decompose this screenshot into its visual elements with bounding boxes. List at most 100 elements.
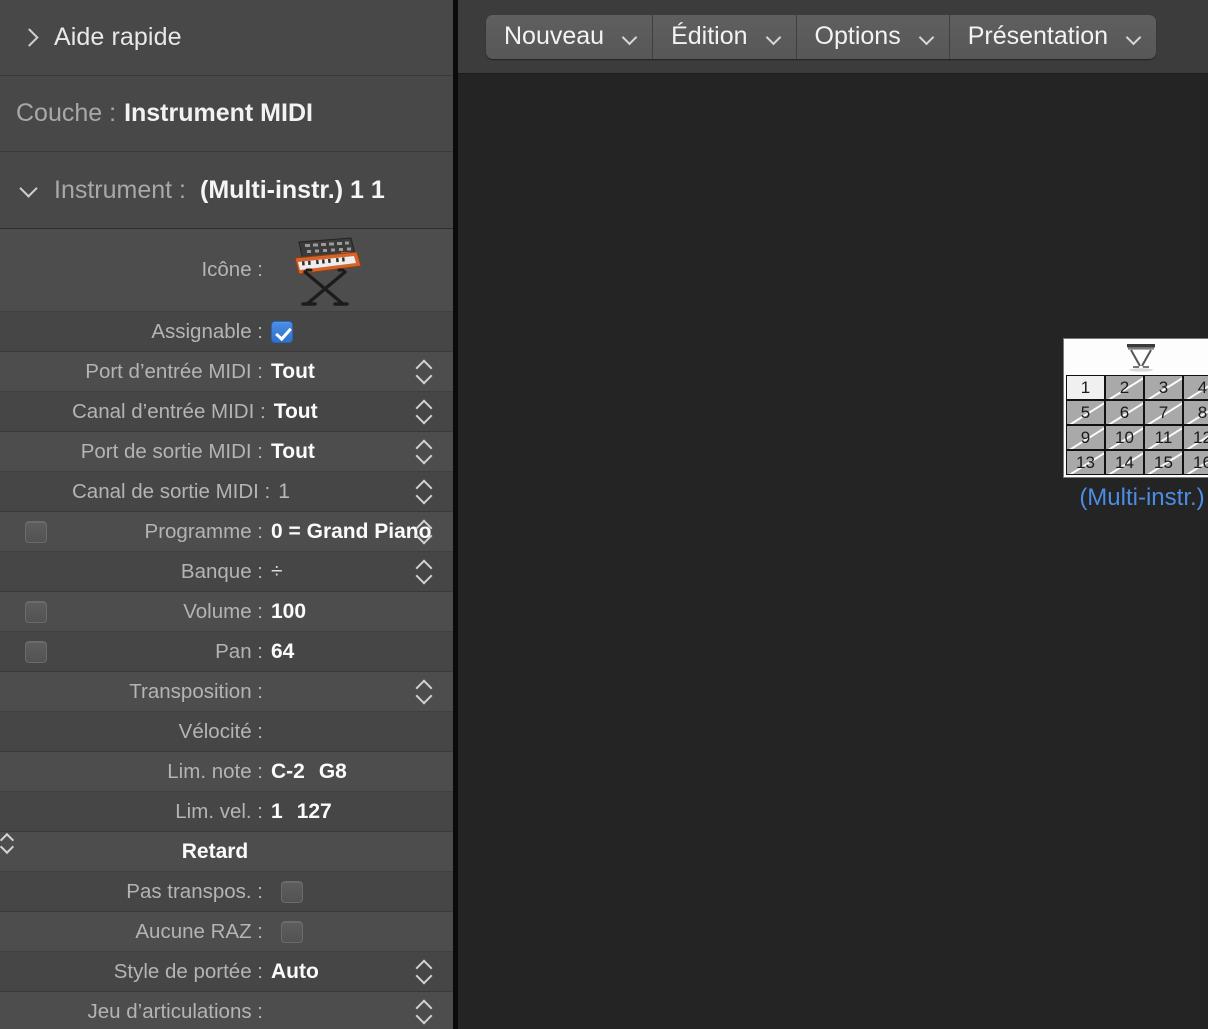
- synthesizer-keyboard-icon[interactable]: [281, 232, 365, 308]
- param-value-text: Tout: [273, 399, 318, 423]
- checkbox-assignable[interactable]: [271, 320, 293, 343]
- checkbox-volume[interactable]: [25, 600, 47, 623]
- param-row-icone[interactable]: Icône :: [0, 229, 453, 312]
- param-row-style-de-portee[interactable]: Style de portée : Auto: [0, 952, 453, 992]
- multi-instrument-cell-number: 2: [1119, 377, 1130, 397]
- multi-instrument-cell[interactable]: 9: [1066, 425, 1105, 450]
- stepper-icon[interactable]: [415, 559, 433, 585]
- layer-value: Instrument MIDI: [124, 99, 313, 127]
- param-row-pas-transpos[interactable]: Pas transpos. :: [0, 872, 453, 912]
- menu-button-dition[interactable]: Édition: [653, 14, 797, 59]
- param-row-velocite[interactable]: Vélocité :: [0, 712, 453, 752]
- keyboard-stand-icon: [1127, 344, 1155, 372]
- stepper-icon[interactable]: [415, 959, 433, 985]
- multi-instrument-cell[interactable]: 8: [1183, 400, 1208, 425]
- param-row-assignable[interactable]: Assignable :: [0, 312, 453, 352]
- stepper-icon[interactable]: [415, 999, 433, 1025]
- multi-instrument-cell[interactable]: 4: [1183, 375, 1208, 400]
- instrument-header-row[interactable]: Instrument : (Multi-instr.) 1 1: [0, 152, 453, 229]
- param-value-icone[interactable]: [271, 232, 453, 308]
- chevron-down-icon[interactable]: [766, 32, 780, 41]
- param-row-transposition[interactable]: Transposition :: [0, 672, 453, 712]
- param-label-pas-transpos: Pas transpos. :: [126, 879, 263, 903]
- param-value-part: 1: [271, 799, 283, 823]
- multi-instrument-cell[interactable]: 14: [1105, 450, 1144, 475]
- param-value-text: Tout: [271, 359, 315, 383]
- param-label-icone: Icône :: [201, 258, 263, 281]
- param-row-jeu-articulations[interactable]: Jeu d’articulations :: [0, 992, 453, 1029]
- param-row-aucune-raz[interactable]: Aucune RAZ :: [0, 912, 453, 952]
- param-row-volume[interactable]: Volume : 100: [0, 592, 453, 632]
- multi-instrument-cell-number: 15: [1154, 452, 1173, 472]
- menu-button-label: Présentation: [967, 22, 1109, 50]
- param-value-assignable[interactable]: [271, 320, 453, 343]
- multi-instrument-cell[interactable]: 5: [1066, 400, 1105, 425]
- multi-instrument-object[interactable]: 12345678910111213141516: [1063, 338, 1208, 478]
- menu-button-prsentation[interactable]: Présentation: [949, 14, 1157, 59]
- chevron-right-icon[interactable]: [16, 25, 42, 51]
- quick-help-title: Aide rapide: [54, 23, 182, 51]
- param-value-part: 127: [296, 799, 332, 823]
- multi-instrument-cell-number: 3: [1158, 377, 1169, 397]
- checkbox-pan[interactable]: [25, 640, 47, 663]
- param-row-canal-entree-midi[interactable]: Canal d’entrée MIDI : Tout: [0, 392, 453, 432]
- environment-canvas[interactable]: Nouveau Édition Options Présentation 123456…: [458, 0, 1208, 1029]
- multi-instrument-cell-number: 13: [1076, 452, 1095, 472]
- checkbox-pas-transpos[interactable]: [281, 880, 303, 903]
- stepper-icon[interactable]: [415, 359, 433, 385]
- param-value-part: G8: [318, 759, 347, 783]
- param-value-lim-vel[interactable]: 1 127: [271, 800, 453, 824]
- multi-instrument-cell[interactable]: 12: [1183, 425, 1208, 450]
- param-row-canal-sortie-midi[interactable]: Canal de sortie MIDI : 1: [0, 472, 453, 512]
- param-value-text: 0 = Grand Piano: [271, 519, 432, 543]
- layer-row[interactable]: Couche : Instrument MIDI: [0, 76, 453, 152]
- stepper-icon[interactable]: [256, 841, 271, 863]
- param-label-canal-sortie-midi: Canal de sortie MIDI :: [72, 479, 271, 503]
- param-row-port-sortie-midi[interactable]: Port de sortie MIDI : Tout: [0, 432, 453, 472]
- param-row-pan[interactable]: Pan : 64: [0, 632, 453, 672]
- chevron-down-icon[interactable]: [622, 32, 636, 41]
- param-value-part: C-2: [271, 759, 305, 783]
- multi-instrument-cell[interactable]: 10: [1105, 425, 1144, 450]
- multi-instrument-cell[interactable]: 3: [1144, 375, 1183, 400]
- menu-button-nouveau[interactable]: Nouveau: [486, 14, 654, 59]
- menu-button-options[interactable]: Options: [796, 14, 950, 59]
- param-row-lim-note[interactable]: Lim. note : C-2 G8: [0, 752, 453, 792]
- param-row-port-entree-midi[interactable]: Port d’entrée MIDI : Tout: [0, 352, 453, 392]
- param-row-lim-vel[interactable]: Lim. vel. : 1 127: [0, 792, 453, 832]
- param-value-pan[interactable]: 64: [271, 640, 453, 664]
- param-checkbox-slot: [0, 600, 72, 623]
- multi-instrument-cell-number: 1: [1080, 377, 1091, 397]
- param-value-lim-note[interactable]: C-2 G8: [271, 760, 453, 784]
- param-row-retard[interactable]: Retard: [0, 832, 453, 872]
- param-value-aucune-raz[interactable]: [271, 920, 453, 943]
- chevron-down-icon[interactable]: [1126, 32, 1140, 41]
- multi-instrument-cell-number: 14: [1115, 452, 1134, 472]
- stepper-icon[interactable]: [415, 679, 433, 705]
- stepper-icon[interactable]: [415, 519, 433, 545]
- multi-instrument-grid: 12345678910111213141516: [1066, 375, 1208, 475]
- multi-instrument-cell[interactable]: 11: [1144, 425, 1183, 450]
- quick-help-header[interactable]: Aide rapide: [0, 0, 453, 76]
- multi-instrument-cell[interactable]: 15: [1144, 450, 1183, 475]
- multi-instrument-cell[interactable]: 1: [1066, 375, 1105, 400]
- chevron-down-icon[interactable]: [919, 32, 933, 41]
- param-row-programme[interactable]: Programme : 0 = Grand Piano: [0, 512, 453, 552]
- multi-instrument-cell-number: 11: [1154, 427, 1173, 447]
- multi-instrument-cell[interactable]: 16: [1183, 450, 1208, 475]
- menu-button-group: Nouveau Édition Options Présentation: [486, 14, 1157, 59]
- chevron-down-icon[interactable]: [16, 177, 42, 203]
- param-row-banque[interactable]: Banque : ÷: [0, 552, 453, 592]
- multi-instrument-cell[interactable]: 2: [1105, 375, 1144, 400]
- param-value-text: ÷: [271, 559, 283, 583]
- param-value-pas-transpos[interactable]: [271, 880, 453, 903]
- multi-instrument-cell[interactable]: 13: [1066, 450, 1105, 475]
- stepper-icon[interactable]: [415, 399, 433, 425]
- stepper-icon[interactable]: [415, 439, 433, 465]
- checkbox-programme[interactable]: [25, 520, 47, 543]
- multi-instrument-cell[interactable]: 6: [1105, 400, 1144, 425]
- checkbox-aucune-raz[interactable]: [281, 920, 303, 943]
- param-value-volume[interactable]: 100: [271, 600, 453, 624]
- stepper-icon[interactable]: [415, 479, 433, 505]
- multi-instrument-cell[interactable]: 7: [1144, 400, 1183, 425]
